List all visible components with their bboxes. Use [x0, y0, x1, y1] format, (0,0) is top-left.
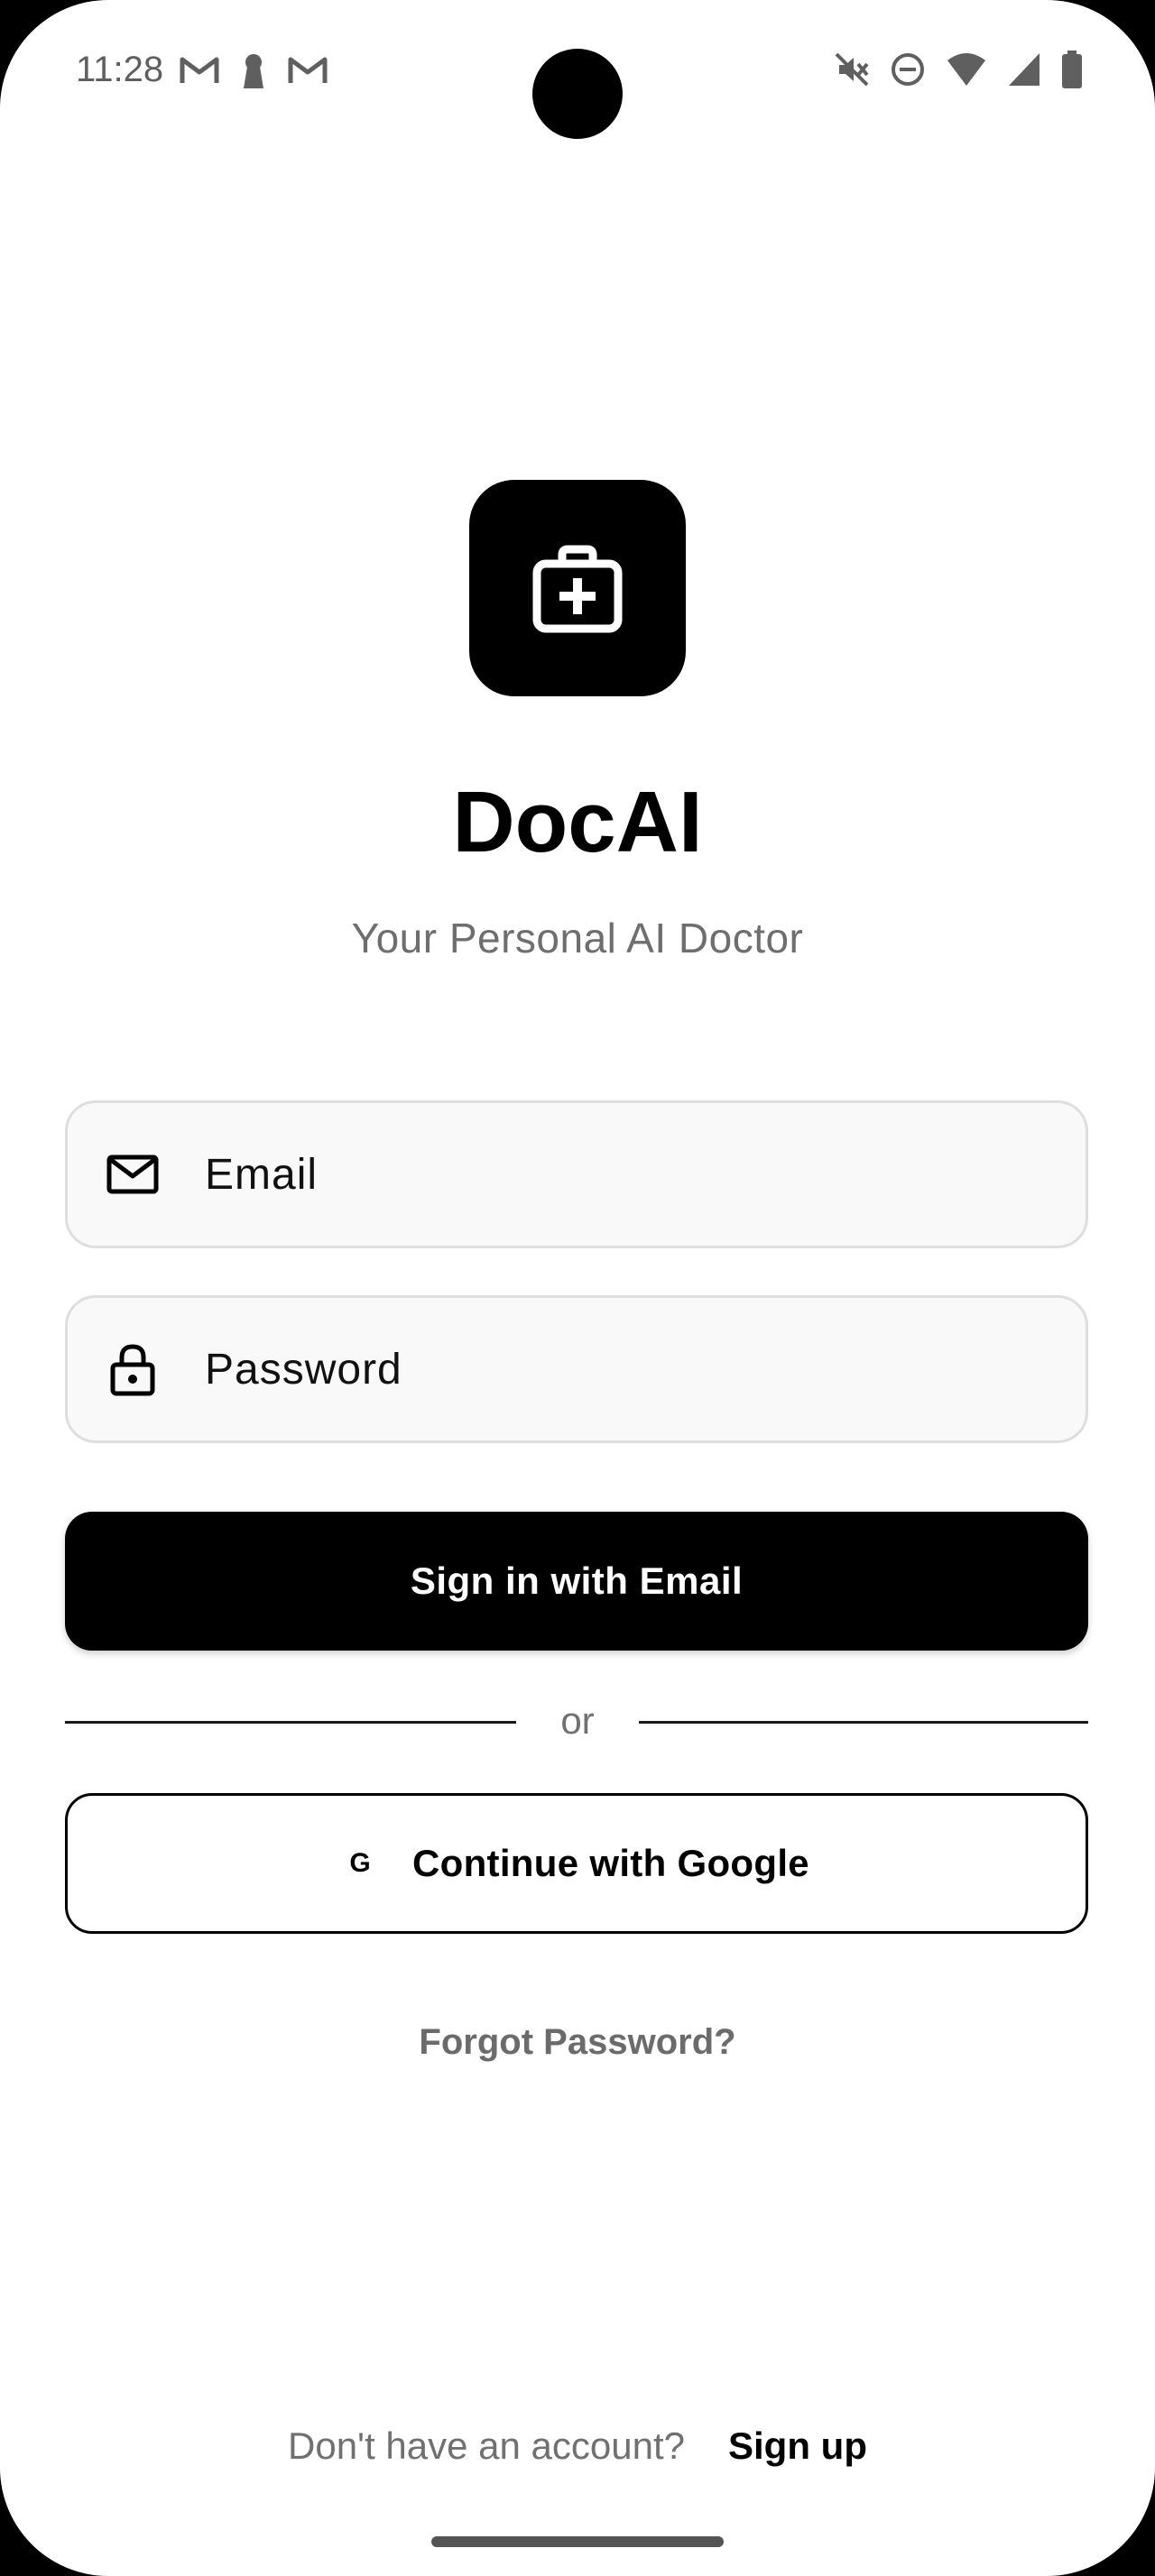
keyhole-icon — [244, 54, 263, 88]
password-field[interactable] — [65, 1295, 1088, 1443]
mute-icon — [835, 52, 869, 87]
email-field[interactable] — [65, 1100, 1088, 1248]
wifi-icon — [947, 53, 985, 86]
email-input[interactable] — [205, 1103, 1053, 1246]
status-system-icons — [834, 51, 1083, 88]
divider-line-right — [639, 1721, 1088, 1724]
forgot-password-link[interactable]: Forgot Password? — [0, 2017, 1155, 2067]
medical-kit-icon — [532, 545, 623, 633]
sign-in-email-label: Sign in with Email — [410, 1559, 744, 1602]
gmail-icon — [288, 57, 328, 83]
login-screen: 11:28 DocAI Your Personal AI Doctor Emai… — [0, 0, 1155, 2576]
app-logo — [469, 480, 686, 696]
sign-up-link[interactable]: Sign up — [728, 2419, 867, 2473]
lock-icon — [110, 1344, 155, 1396]
status-bar: 11:28 — [0, 0, 1155, 139]
home-indicator[interactable] — [431, 2536, 724, 2547]
app-subtitle: Your Personal AI Doctor — [351, 915, 804, 961]
google-icon: G — [349, 1848, 371, 1878]
signup-prompt: Don't have an account? — [288, 2424, 685, 2467]
camera-cutout — [532, 49, 623, 139]
signal-icon — [1009, 53, 1040, 86]
app-title: DocAI — [452, 774, 703, 870]
password-input[interactable] — [205, 1298, 1053, 1440]
sign-in-email-button[interactable]: Sign in with Email — [65, 1512, 1088, 1651]
gmail-icon — [180, 57, 219, 83]
signup-row: Don't have an account? Sign up — [0, 2419, 1155, 2473]
continue-with-google-button[interactable]: G Continue with Google — [65, 1793, 1088, 1934]
status-time: 11:28 — [76, 50, 164, 89]
do-not-disturb-icon — [892, 53, 924, 86]
battery-icon — [1062, 51, 1082, 88]
mail-icon — [106, 1155, 159, 1194]
status-notification-icons — [179, 52, 328, 88]
divider-or-text: or — [560, 1699, 595, 1742]
divider-line-left — [65, 1721, 516, 1724]
google-button-label: Continue with Google — [412, 1842, 809, 1884]
